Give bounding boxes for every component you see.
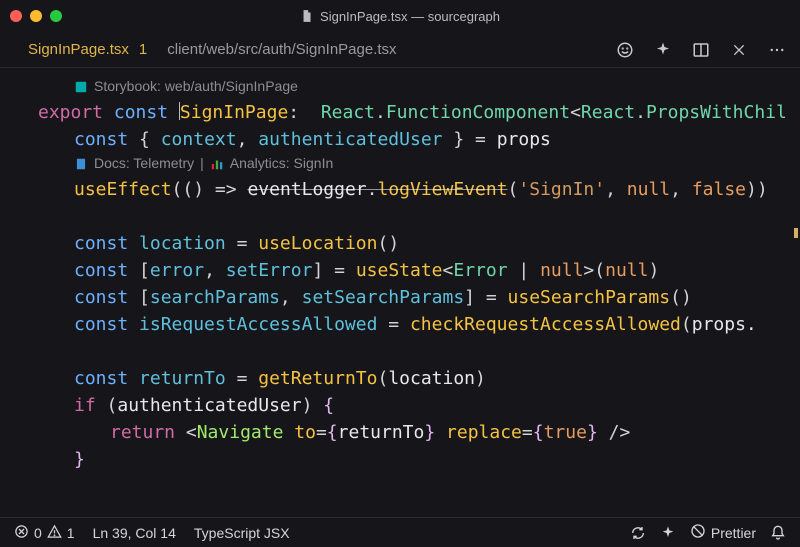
- problems-button[interactable]: 0 1: [14, 524, 75, 542]
- error-count: 0: [34, 525, 42, 541]
- statusbar-left: 0 1: [14, 524, 75, 542]
- tabs-row: SignInPage.tsx 1 client/web/src/auth/Sig…: [0, 32, 800, 68]
- codelens-separator: |: [200, 153, 204, 174]
- editor[interactable]: Storybook: web/auth/SignInPage export co…: [0, 68, 800, 517]
- sparkle-status-icon[interactable]: [660, 525, 676, 541]
- sparkle-icon[interactable]: [654, 41, 672, 59]
- blank-line: [38, 203, 800, 230]
- code-line: const returnTo = getReturnTo(location): [38, 365, 800, 392]
- codelens-storybook-text: Storybook: web/auth/SignInPage: [94, 76, 298, 97]
- code-line: const [searchParams, setSearchParams] = …: [38, 284, 800, 311]
- close-icon[interactable]: [730, 41, 748, 59]
- cursor-position[interactable]: Ln 39, Col 14: [93, 525, 176, 541]
- code-line: const [error, setError] = useState<Error…: [38, 257, 800, 284]
- analytics-icon: [210, 157, 224, 171]
- prettier-disabled-icon: [690, 523, 706, 542]
- minimize-window-button[interactable]: [30, 10, 42, 22]
- split-editor-icon[interactable]: [692, 41, 710, 59]
- code-line: }: [38, 446, 800, 473]
- more-icon[interactable]: [768, 41, 786, 59]
- editor-tab[interactable]: SignInPage.tsx 1: [0, 32, 159, 67]
- prettier-label: Prettier: [711, 525, 756, 541]
- window-title: SignInPage.tsx — sourcegraph: [300, 9, 500, 24]
- titlebar: SignInPage.tsx — sourcegraph: [0, 0, 800, 32]
- blank-line: [38, 338, 800, 365]
- window-title-text: SignInPage.tsx — sourcegraph: [320, 9, 500, 24]
- tab-name: SignInPage.tsx: [28, 41, 129, 58]
- tab-actions: [616, 41, 786, 59]
- sync-icon[interactable]: [630, 525, 646, 541]
- zoom-window-button[interactable]: [50, 10, 62, 22]
- statusbar: 0 1 Ln 39, Col 14 TypeScript JSX Prettie…: [0, 517, 800, 547]
- code-line: if (authenticatedUser) {: [38, 392, 800, 419]
- minimap-highlight: [794, 228, 798, 238]
- code-line: useEffect(() => eventLogger.logViewEvent…: [38, 176, 800, 203]
- code-line: export const SignInPage: React.FunctionC…: [38, 99, 800, 126]
- codelens-analytics-text: Analytics: SignIn: [230, 153, 334, 174]
- code-line: const { context, authenticatedUser } = p…: [38, 126, 800, 153]
- storybook-icon: [74, 80, 88, 94]
- smile-icon[interactable]: [616, 41, 634, 59]
- code-line: const location = useLocation(): [38, 230, 800, 257]
- code-line: const isRequestAccessAllowed = checkRequ…: [38, 311, 800, 338]
- traffic-lights: [10, 10, 62, 22]
- notifications-icon[interactable]: [770, 525, 786, 541]
- warning-icon: [47, 524, 62, 542]
- close-window-button[interactable]: [10, 10, 22, 22]
- codelens-storybook[interactable]: Storybook: web/auth/SignInPage: [38, 76, 800, 97]
- breadcrumb[interactable]: client/web/src/auth/SignInPage.tsx: [167, 41, 396, 58]
- prettier-button[interactable]: Prettier: [690, 523, 756, 542]
- language-mode[interactable]: TypeScript JSX: [194, 525, 290, 541]
- statusbar-right: Prettier: [630, 523, 786, 542]
- codelens-docs-text: Docs: Telemetry: [94, 153, 194, 174]
- docs-icon: [74, 157, 88, 171]
- file-icon: [300, 9, 314, 23]
- error-icon: [14, 524, 29, 542]
- codelens-docs-analytics[interactable]: Docs: Telemetry | Analytics: SignIn: [38, 153, 800, 174]
- code-line: return <Navigate to={returnTo} replace={…: [38, 419, 800, 446]
- warning-count: 1: [67, 525, 75, 541]
- tab-modified-badge: 1: [139, 41, 147, 58]
